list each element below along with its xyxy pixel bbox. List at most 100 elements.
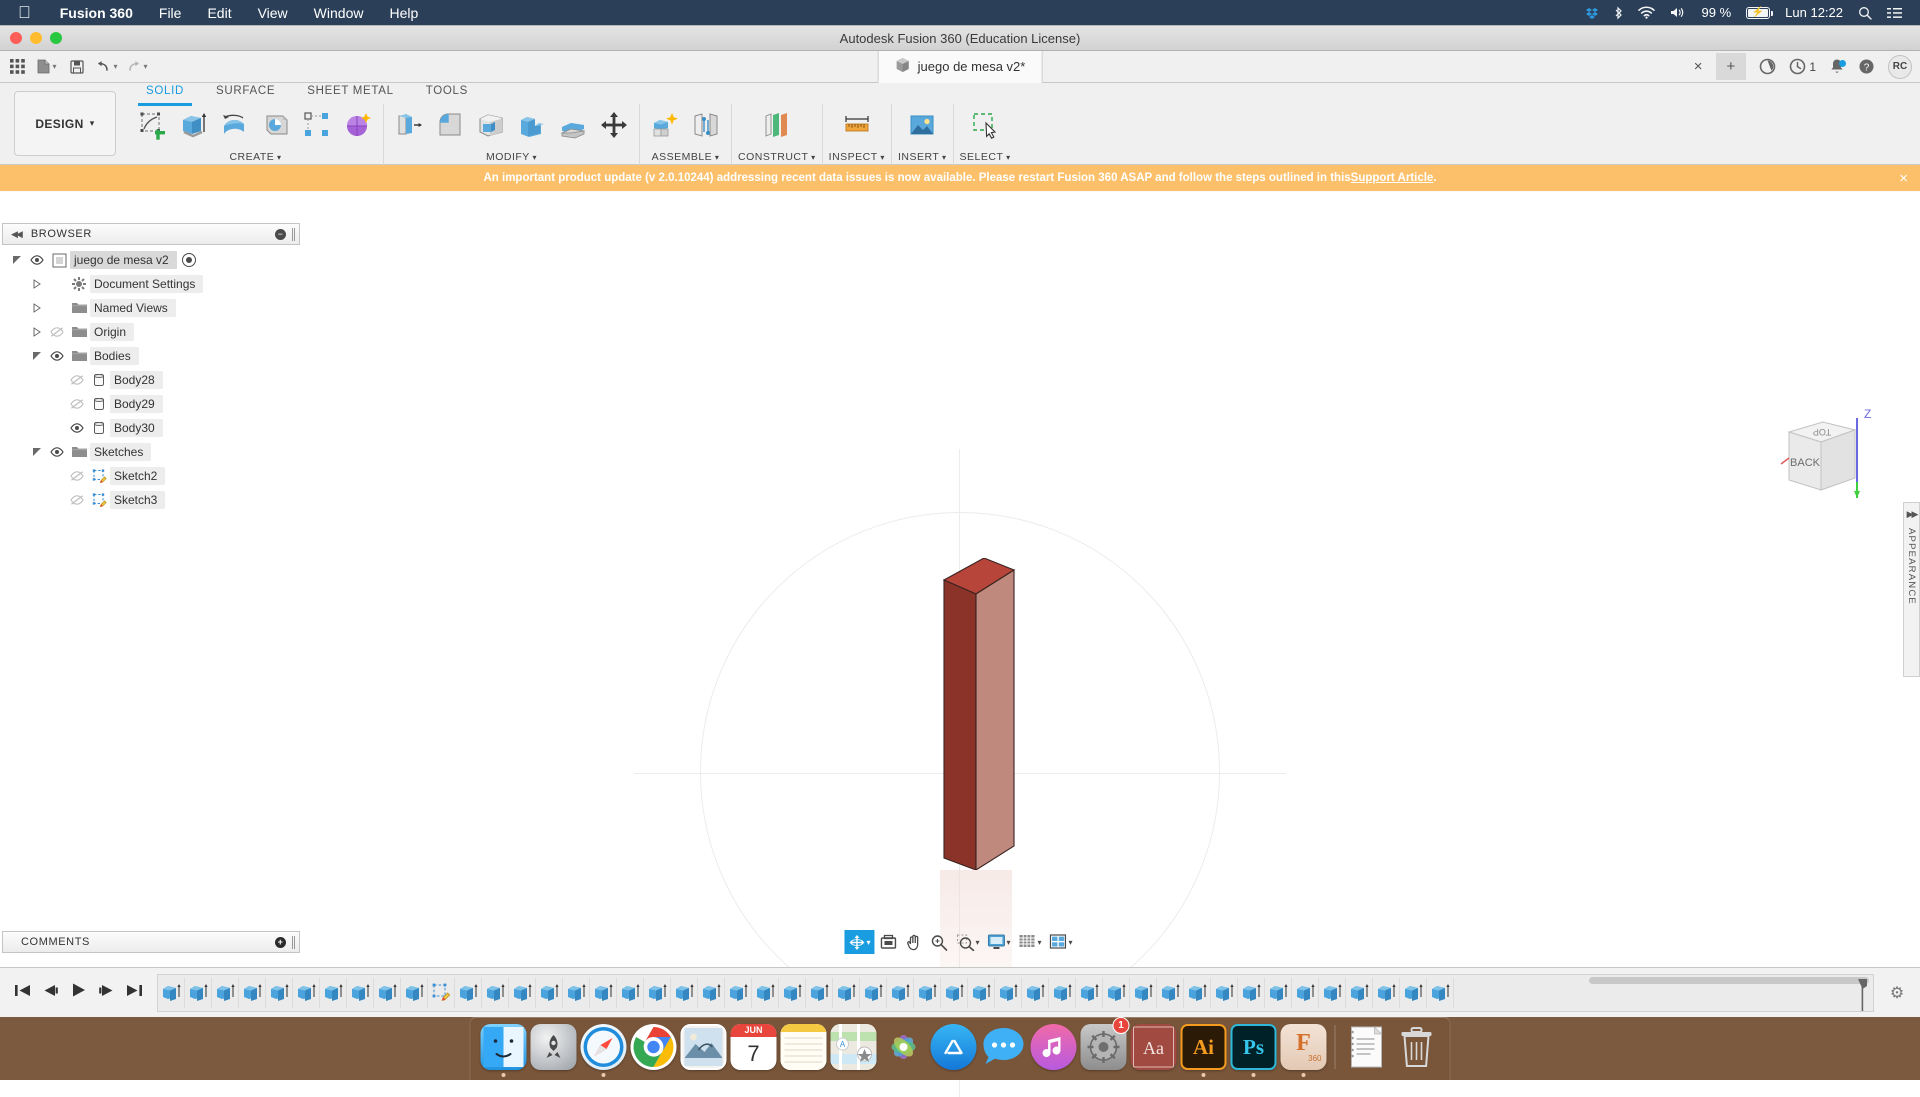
step-forward-icon[interactable] [98,983,115,1003]
tree-node-sketch3[interactable]: Sketch3 [0,488,300,512]
dock-item-appstore[interactable] [929,1019,979,1077]
spotlight-search-icon[interactable] [1858,6,1872,20]
combine-icon[interactable] [513,106,551,144]
play-icon[interactable] [70,982,87,1003]
timeline-track[interactable] [157,973,1874,1012]
visibility-off-icon[interactable] [66,495,88,505]
undo-icon[interactable] [94,55,120,79]
add-comment-icon[interactable]: + [275,936,286,948]
close-document-tab-button[interactable]: × [1694,58,1703,75]
timeline-feature-7[interactable] [320,977,347,1008]
document-tab[interactable]: juego de mesa v2* [877,50,1043,83]
dock-item-fusion360[interactable]: F 360 [1279,1019,1329,1077]
timeline-feature-46[interactable] [1373,977,1400,1008]
timeline-feature-16[interactable] [563,977,590,1008]
offset-face-icon[interactable] [554,106,592,144]
menu-edit[interactable]: Edit [194,5,244,21]
collapse-twisty-icon[interactable] [8,255,26,265]
joint-icon[interactable] [687,106,725,144]
timeline-feature-6[interactable] [293,977,320,1008]
menu-help[interactable]: Help [376,5,431,21]
panel-construct-label[interactable]: CONSTRUCT [738,151,808,163]
expand-twisty-icon[interactable] [28,279,46,289]
tab-tools[interactable]: TOOLS [410,83,484,104]
new-component-icon[interactable] [646,106,684,144]
dock-item-safari[interactable] [579,1019,629,1077]
workspace-switcher-button[interactable]: DESIGN [14,91,116,156]
collapse-all-icon[interactable]: − [275,228,286,240]
viewports-icon[interactable]: ▾ [1047,930,1076,954]
skip-to-end-icon[interactable] [126,983,143,1003]
dock-item-maps[interactable]: A [829,1019,879,1077]
timeline-feature-33[interactable] [1022,977,1049,1008]
timeline-feature-8[interactable] [347,977,374,1008]
timeline-feature-9[interactable] [374,977,401,1008]
panel-create-label[interactable]: CREATE [229,151,274,163]
visibility-on-icon[interactable] [46,351,68,361]
timeline-feature-10[interactable] [401,977,428,1008]
dock-item-trash[interactable] [1392,1019,1442,1077]
dock-item-system-preferences[interactable]: 1 [1079,1017,1130,1077]
timeline-feature-41[interactable] [1238,977,1265,1008]
measure-icon[interactable] [838,106,876,144]
visibility-on-icon[interactable] [46,447,68,457]
timeline-feature-44[interactable] [1319,977,1346,1008]
apple-logo-icon[interactable]:  [18,4,31,21]
revolve-icon[interactable] [216,106,254,144]
bluetooth-icon[interactable] [1614,6,1623,20]
comments-panel-header[interactable]: COMMENTS + [2,931,300,953]
panel-inspect-label[interactable]: INSPECT [829,151,878,163]
timeline-feature-43[interactable] [1292,977,1319,1008]
timeline-settings-gear-icon[interactable]: ⚙ [1874,983,1920,1003]
timeline-feature-3[interactable] [212,977,239,1008]
skip-to-start-icon[interactable] [14,983,31,1003]
timeline-feature-19[interactable] [644,977,671,1008]
timeline-feature-37[interactable] [1130,977,1157,1008]
grid-snap-icon[interactable]: ▾ [1016,930,1045,954]
collapse-twisty-icon[interactable] [28,447,46,457]
jobs-status-icon[interactable] [1759,58,1776,75]
timeline-feature-11[interactable] [428,977,455,1008]
timeline-feature-12[interactable] [455,977,482,1008]
timeline-feature-35[interactable] [1076,977,1103,1008]
dock-item-calendar[interactable]: JUN 7 [729,1019,779,1077]
save-icon[interactable] [64,55,90,79]
new-document-tab-button[interactable]: + [1715,53,1747,80]
timeline-feature-17[interactable] [590,977,617,1008]
extrude-icon[interactable] [175,106,213,144]
press-pull-icon[interactable] [390,106,428,144]
expand-left-icon[interactable]: ▶▶ [1907,509,1919,520]
look-at-icon[interactable] [876,930,900,954]
panel-modify-label[interactable]: MODIFY [486,151,530,163]
timeline-feature-15[interactable] [536,977,563,1008]
timeline-feature-5[interactable] [266,977,293,1008]
dock-item-dictionary[interactable]: Aa [1129,1019,1179,1077]
bell-icon[interactable] [1829,58,1846,75]
dock-item-launchpad[interactable] [529,1019,579,1077]
control-center-icon[interactable] [1887,7,1902,19]
volume-icon[interactable] [1670,6,1687,19]
redo-icon[interactable] [124,55,150,79]
panel-assemble-label[interactable]: ASSEMBLE [652,151,713,163]
zoom-icon[interactable] [927,930,951,954]
timeline-feature-29[interactable] [914,977,941,1008]
solid-body-body30[interactable] [940,558,1018,870]
wifi-icon[interactable] [1637,6,1655,19]
timeline-feature-34[interactable] [1049,977,1076,1008]
help-icon[interactable]: ? [1858,58,1875,75]
fit-icon[interactable]: ▾ [953,930,982,954]
menu-fusion-360[interactable]: Fusion 360 [47,5,146,21]
tree-node-bodies[interactable]: Bodies [0,344,300,368]
collapse-left-icon[interactable]: ◀◀ [11,229,23,240]
support-article-link[interactable]: Support Article [1351,172,1434,184]
timeline-feature-32[interactable] [995,977,1022,1008]
display-settings-icon[interactable]: ▾ [984,930,1013,954]
timeline-feature-39[interactable] [1184,977,1211,1008]
tree-node-sketch2[interactable]: Sketch2 [0,464,300,488]
activate-component-radio[interactable] [181,253,196,267]
tree-node-body30[interactable]: Body30 [0,416,300,440]
timeline-feature-18[interactable] [617,977,644,1008]
timeline-feature-48[interactable] [1427,977,1454,1008]
visibility-off-icon[interactable] [66,399,88,409]
tree-node-sketches[interactable]: Sketches [0,440,300,464]
